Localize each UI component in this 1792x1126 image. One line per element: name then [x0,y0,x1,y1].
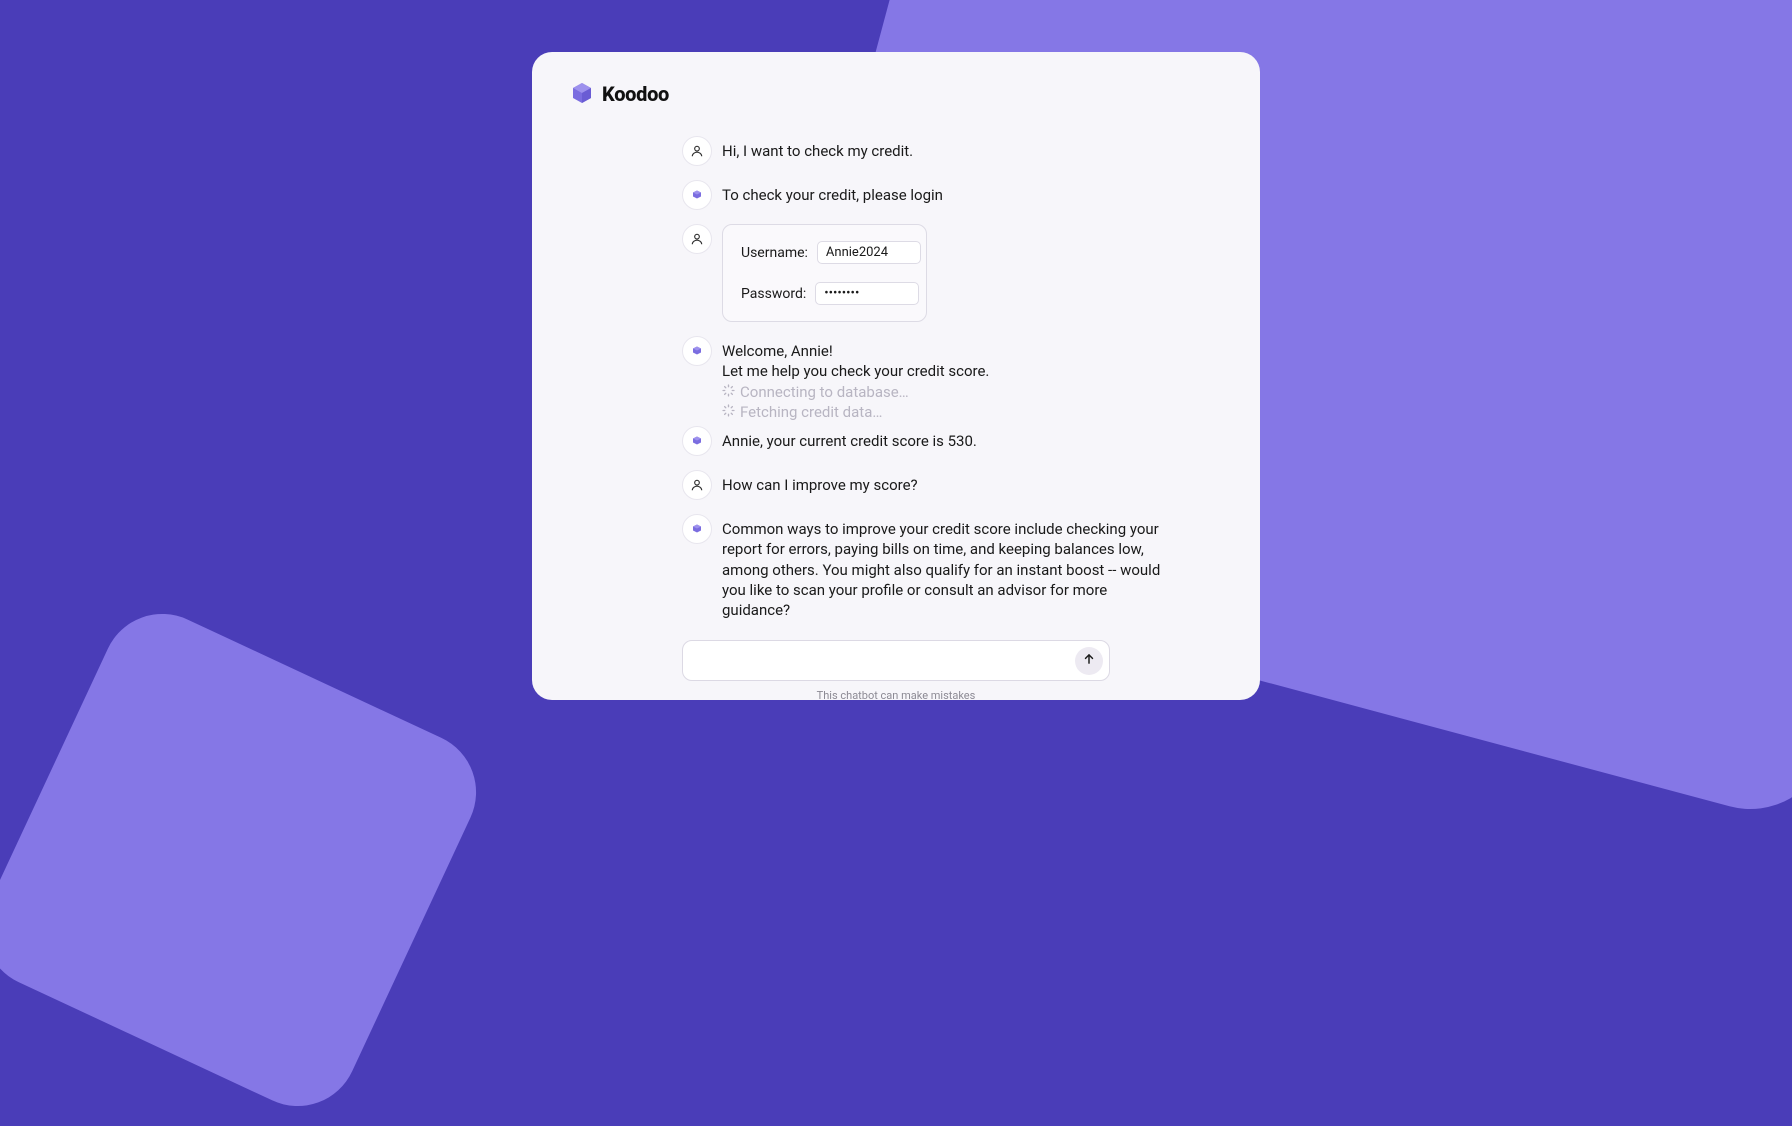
message-user: How can I improve my score? [682,470,1174,500]
chat-window: Koodoo Hi, I want to check my credit. To… [532,52,1260,700]
brand-name: Koodoo [602,82,669,106]
status-fetching: Fetching credit data… [722,402,989,422]
user-avatar-icon [682,224,712,254]
login-username-row: Username: [741,241,908,264]
welcome-line: Welcome, Annie! [722,341,989,361]
message-bot: Welcome, Annie! Let me help you check yo… [682,336,1174,422]
disclaimer-text: This chatbot can make mistakes [568,689,1224,702]
chat-input-wrapper [682,640,1110,681]
chat-input[interactable] [697,653,1067,669]
login-password-row: Password: [741,282,908,305]
bot-avatar-icon [682,514,712,544]
message-user: Hi, I want to check my credit. [682,136,1174,166]
message-list: Hi, I want to check my credit. To check … [568,136,1224,620]
input-area: This chatbot can make mistakes [568,640,1224,702]
status-text: Connecting to database… [740,382,909,402]
koodoo-logo-icon [568,80,596,108]
message-login-form: Username: Password: [682,224,1174,322]
message-text: Common ways to improve your credit score… [722,514,1174,620]
username-label: Username: [741,245,808,261]
message-bot: Annie, your current credit score is 530. [682,426,1174,456]
message-text: Annie, your current credit score is 530. [722,426,977,451]
user-avatar-icon [682,470,712,500]
status-connecting: Connecting to database… [722,382,989,402]
send-button[interactable] [1075,647,1103,675]
message-text: To check your credit, please login [722,180,943,205]
password-input[interactable] [815,282,919,305]
bot-avatar-icon [682,336,712,366]
spinner-icon [722,382,735,402]
help-line: Let me help you check your credit score. [722,361,989,381]
message-text: Hi, I want to check my credit. [722,136,913,161]
header: Koodoo [568,80,1224,108]
status-text: Fetching credit data… [740,402,882,422]
user-avatar-icon [682,136,712,166]
bot-avatar-icon [682,180,712,210]
message-text: Welcome, Annie! Let me help you check yo… [722,336,989,422]
message-bot: To check your credit, please login [682,180,1174,210]
login-card: Username: Password: [722,224,927,322]
message-text: How can I improve my score? [722,470,918,495]
arrow-up-icon [1082,652,1096,669]
message-bot: Common ways to improve your credit score… [682,514,1174,620]
bot-avatar-icon [682,426,712,456]
password-label: Password: [741,286,806,302]
spinner-icon [722,402,735,422]
username-input[interactable] [817,241,921,264]
